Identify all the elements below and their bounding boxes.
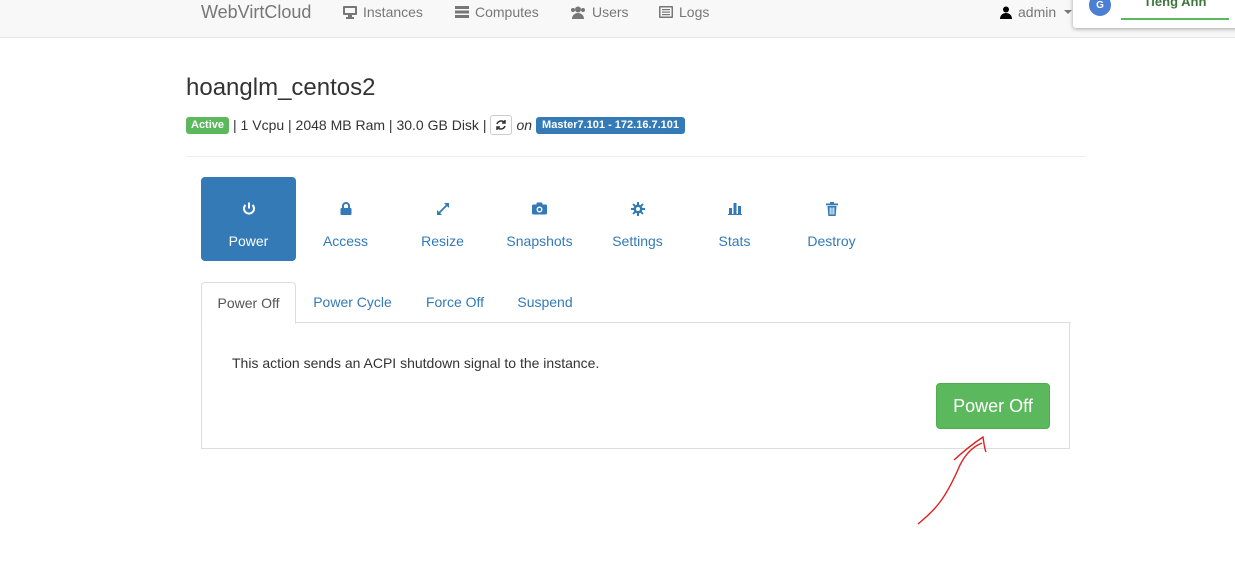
action-stats[interactable]: Stats xyxy=(687,177,782,261)
instance-title: hoanglm_centos2 xyxy=(186,74,376,101)
action-settings-label: Settings xyxy=(612,233,663,249)
action-power[interactable]: Power xyxy=(201,177,296,261)
host-badge[interactable]: Master7.101 - 172.16.7.101 xyxy=(536,116,686,134)
camera-icon xyxy=(532,202,547,215)
action-snapshots-label: Snapshots xyxy=(506,233,573,249)
tab-suspend[interactable]: Suspend xyxy=(505,282,585,322)
nav-computes-label: Computes xyxy=(475,4,539,20)
nav-logs-label: Logs xyxy=(679,4,710,20)
translate-language-tab[interactable]: Tiếng Anh xyxy=(1121,0,1229,20)
tab-power-off[interactable]: Power Off xyxy=(201,282,296,324)
action-snapshots[interactable]: Snapshots xyxy=(492,177,587,261)
lock-icon xyxy=(340,202,351,215)
action-destroy[interactable]: Destroy xyxy=(784,177,879,261)
nav-users-label: Users xyxy=(592,4,629,20)
nav-instances-label: Instances xyxy=(363,4,423,20)
nav-users[interactable]: Users xyxy=(570,4,629,20)
action-resize-label: Resize xyxy=(421,233,464,249)
action-destroy-label: Destroy xyxy=(807,233,856,249)
tab-power-cycle[interactable]: Power Cycle xyxy=(300,282,405,322)
bar-chart-icon xyxy=(727,203,742,215)
action-power-label: Power xyxy=(228,233,269,249)
user-icon xyxy=(1000,6,1012,19)
user-menu-label: admin xyxy=(1018,4,1057,20)
action-stats-label: Stats xyxy=(718,233,751,249)
instance-info-line: Active | 1 Vcpu | 2048 MB Ram | 30.0 GB … xyxy=(186,114,686,136)
google-translate-logo: G xyxy=(1089,0,1111,16)
action-access-label: Access xyxy=(322,233,369,249)
nav-computes[interactable]: Computes xyxy=(455,4,539,20)
chevron-down-icon xyxy=(1064,10,1073,14)
trash-icon xyxy=(825,202,838,216)
nav-logs[interactable]: Logs xyxy=(659,4,709,20)
power-off-button[interactable]: Power Off xyxy=(936,383,1050,429)
power-icon xyxy=(242,202,255,215)
action-resize[interactable]: Resize xyxy=(395,177,490,261)
instance-specs: | 1 Vcpu | 2048 MB Ram | 30.0 GB Disk | xyxy=(233,117,487,133)
resize-icon xyxy=(436,203,449,215)
divider xyxy=(186,156,1086,157)
refresh-icon xyxy=(496,120,507,130)
action-settings[interactable]: Settings xyxy=(590,177,685,261)
translate-popup: G Tiếng Anh xyxy=(1073,0,1235,28)
server-icon xyxy=(455,6,469,18)
refresh-button[interactable] xyxy=(490,115,513,135)
power-off-description: This action sends an ACPI shutdown signa… xyxy=(232,355,600,371)
on-label: on xyxy=(516,117,533,133)
user-menu[interactable]: admin xyxy=(1000,4,1073,20)
users-icon xyxy=(571,6,585,19)
gear-icon xyxy=(630,202,645,216)
annotation-arrow xyxy=(917,435,987,525)
tab-force-off[interactable]: Force Off xyxy=(415,282,495,322)
top-navbar: WebVirtCloud Instances Computes Users Lo… xyxy=(0,0,1235,38)
action-access[interactable]: Access xyxy=(298,177,393,261)
brand-link[interactable]: WebVirtCloud xyxy=(201,2,311,23)
monitor-icon xyxy=(343,5,357,19)
nav-instances[interactable]: Instances xyxy=(343,4,423,20)
status-badge: Active xyxy=(186,116,230,134)
list-icon xyxy=(659,6,673,18)
